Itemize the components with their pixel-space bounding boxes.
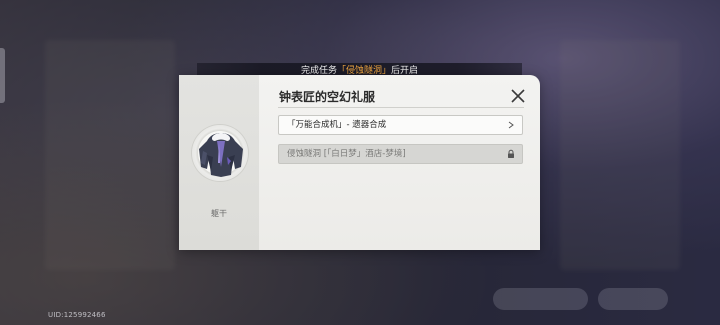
background-button <box>598 288 668 310</box>
title-divider <box>278 107 524 108</box>
clothing-relic-icon <box>199 133 243 177</box>
source-label: 「万能合成机」- 遗器合成 <box>287 120 387 130</box>
background-button <box>493 288 588 310</box>
uid-label: UID:125992466 <box>48 311 106 319</box>
source-synthesizer-button[interactable]: 「万能合成机」- 遗器合成 <box>278 115 523 135</box>
dialog-title: 钟表匠的空幻礼服 <box>279 90 376 104</box>
side-tab-handle <box>0 48 5 103</box>
source-label: 侵蚀隧洞 [「白日梦」酒店-梦境] <box>287 149 406 159</box>
lock-icon <box>508 149 514 158</box>
item-source-dialog: 躯干 钟表匠的空幻礼服 「万能合成机」- 遗器合成 侵蚀隧洞 [「白日梦」酒店-… <box>179 75 540 250</box>
item-slot-name: 躯干 <box>211 209 227 218</box>
chevron-right-icon <box>508 121 514 129</box>
source-cavern-locked[interactable]: 侵蚀隧洞 [「白日梦」酒店-梦境] <box>278 144 523 164</box>
close-icon[interactable] <box>509 87 527 105</box>
